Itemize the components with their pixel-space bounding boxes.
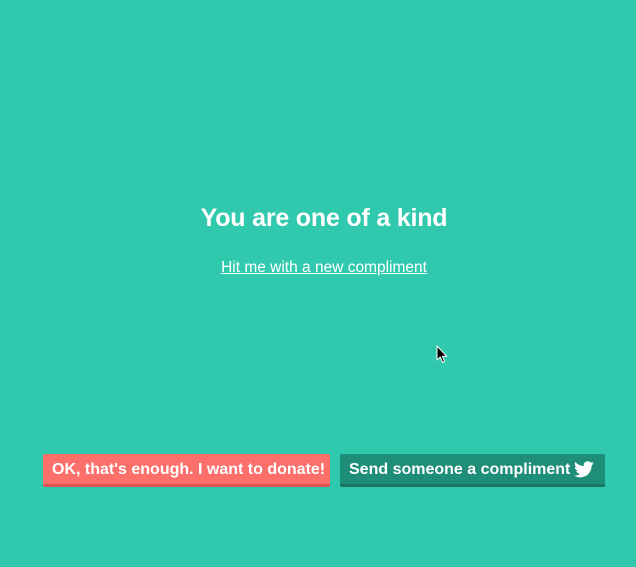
compliment-heading: You are one of a kind [200,204,448,232]
send-compliment-button[interactable]: Send someone a compliment [340,454,605,487]
donate-button-label: OK, that's enough. I want to donate! [52,461,326,478]
new-compliment-link[interactable]: Hit me with a new compliment [221,259,427,276]
new-compliment-link-container: Hit me with a new compliment [0,258,636,278]
page: You are one of a kind Hit me with a new … [0,0,636,567]
send-compliment-button-label: Send someone a compliment [349,461,571,478]
mouse-pointer-icon [436,345,448,363]
donate-button[interactable]: OK, that's enough. I want to donate! [43,454,330,487]
twitter-bird-icon [574,461,594,478]
